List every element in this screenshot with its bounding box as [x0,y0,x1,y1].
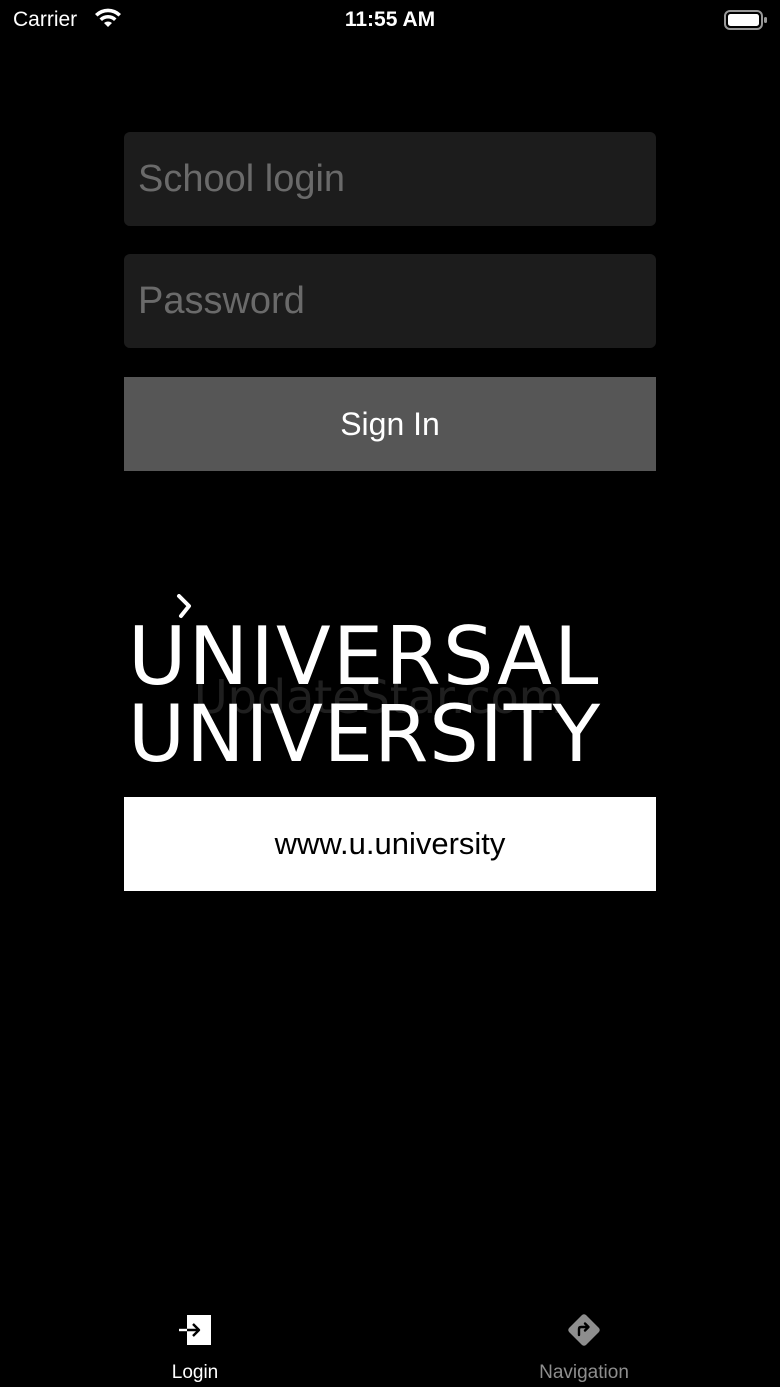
tab-navigation-label: Navigation [539,1362,629,1383]
clock: 11:55 AM [344,8,436,31]
navigation-icon [568,1314,600,1346]
password-input[interactable] [124,254,656,348]
university-logo: UNIVERSAL UNIVERSITY UpdateStar.com [124,590,664,780]
login-icon [179,1315,211,1345]
sign-in-button[interactable]: Sign In [124,377,656,471]
school-login-input[interactable] [124,132,656,226]
tab-login[interactable]: Login [95,1300,295,1387]
tab-navigation[interactable]: Navigation [484,1300,684,1387]
status-bar: Carrier 11:55 AM [0,0,780,40]
university-url[interactable]: www.u.university [124,797,656,891]
watermark: UpdateStar.com [194,670,564,724]
tab-login-label: Login [171,1362,219,1383]
battery-icon [724,10,767,30]
tab-bar: Login Navigation [0,1300,780,1387]
